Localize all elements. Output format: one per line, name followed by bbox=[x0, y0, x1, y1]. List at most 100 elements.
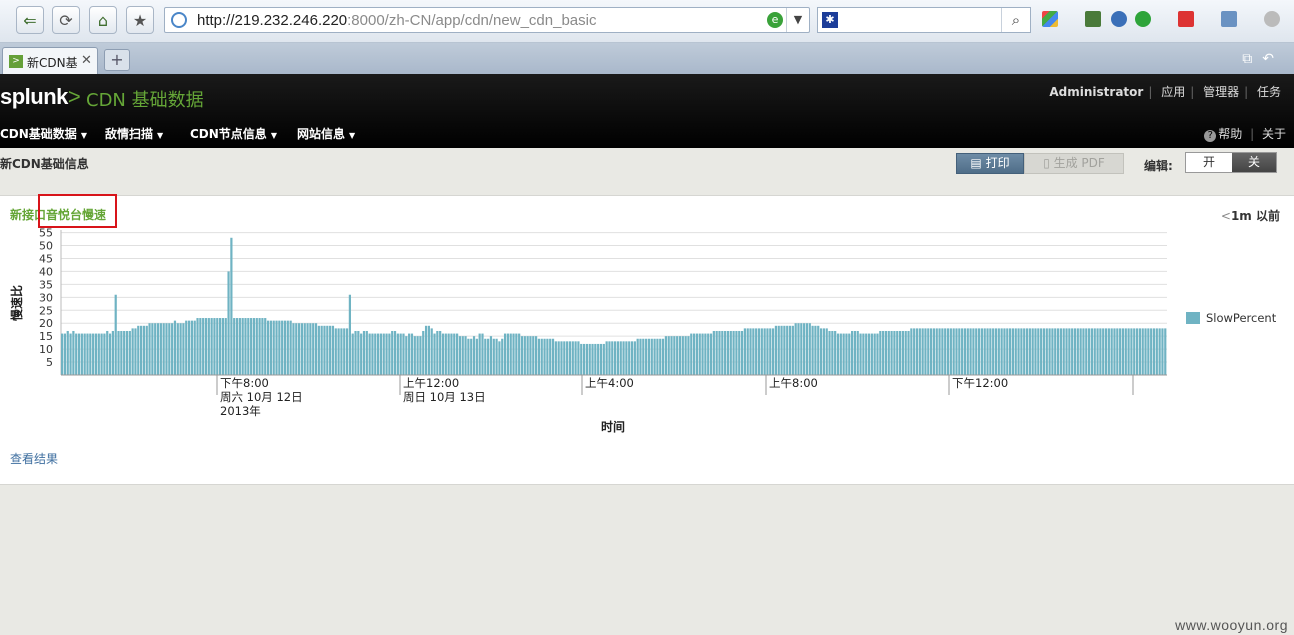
bar bbox=[1130, 328, 1133, 375]
browser-tab[interactable]: > 新CDN基 ✕ bbox=[2, 47, 98, 74]
bar bbox=[424, 325, 428, 375]
bar bbox=[994, 328, 998, 375]
bar bbox=[61, 333, 64, 375]
bar bbox=[503, 333, 507, 375]
bar bbox=[241, 318, 244, 375]
film-icon[interactable] bbox=[1085, 11, 1101, 27]
screenshot-icon[interactable] bbox=[1221, 11, 1237, 27]
bar bbox=[574, 341, 577, 375]
bar bbox=[983, 328, 986, 375]
bar bbox=[811, 325, 814, 375]
logo-text: splunk bbox=[0, 84, 68, 109]
bar bbox=[83, 333, 86, 375]
compat-refresh-icon[interactable]: e bbox=[767, 12, 783, 28]
bar bbox=[199, 318, 202, 375]
bar bbox=[930, 328, 933, 375]
bar bbox=[444, 333, 447, 375]
bar bbox=[546, 338, 549, 375]
bar bbox=[111, 330, 114, 375]
home-button[interactable]: ⌂ bbox=[89, 6, 117, 34]
manager-link[interactable]: 管理器 bbox=[1198, 85, 1244, 99]
key-icon[interactable] bbox=[1111, 11, 1127, 27]
shield-icon[interactable] bbox=[1135, 11, 1151, 27]
bookmark-button[interactable]: ★ bbox=[126, 6, 154, 34]
bar bbox=[1113, 328, 1116, 375]
bar bbox=[563, 341, 566, 375]
search-icon[interactable]: ⌕ bbox=[1001, 8, 1030, 32]
apps-icon[interactable] bbox=[1042, 11, 1058, 27]
bar bbox=[695, 333, 699, 375]
bar bbox=[357, 330, 360, 375]
bar bbox=[927, 328, 930, 375]
bar bbox=[676, 336, 679, 375]
bar bbox=[704, 333, 707, 375]
bar bbox=[715, 330, 718, 375]
bar bbox=[1071, 328, 1074, 375]
chevron-down-icon[interactable]: ▼ bbox=[786, 8, 809, 32]
bar bbox=[698, 333, 701, 375]
bar bbox=[817, 325, 820, 375]
bar bbox=[721, 330, 724, 375]
bar bbox=[602, 343, 605, 375]
bar bbox=[588, 343, 591, 375]
bar bbox=[645, 338, 648, 375]
bar bbox=[487, 338, 490, 375]
bar bbox=[193, 320, 196, 376]
bar bbox=[890, 330, 893, 375]
bar bbox=[173, 320, 177, 376]
print-button[interactable]: ▤ 打印 bbox=[956, 153, 1024, 174]
bar bbox=[213, 318, 216, 375]
bar bbox=[766, 328, 769, 375]
close-icon[interactable]: ✕ bbox=[81, 53, 92, 68]
tab-strip: > 新CDN基 ✕ + ⧉↶ bbox=[0, 43, 1294, 74]
bar bbox=[190, 320, 193, 376]
translate-icon[interactable] bbox=[1178, 11, 1194, 27]
address-bar[interactable]: http://219.232.246.220:8000/zh-CN/app/cd… bbox=[164, 7, 810, 33]
bar bbox=[255, 318, 258, 375]
bar bbox=[1009, 328, 1012, 375]
edit-toggle[interactable]: 开 关 bbox=[1185, 152, 1277, 173]
nav-site-info[interactable]: 网站信息 ▼ bbox=[297, 125, 355, 142]
new-window-icon[interactable]: ⧉ bbox=[1242, 51, 1262, 67]
bar bbox=[932, 328, 936, 375]
bar bbox=[498, 341, 501, 375]
bar bbox=[882, 330, 885, 375]
reload-button[interactable]: ⟳ bbox=[52, 6, 80, 34]
back-button[interactable]: ⇐ bbox=[16, 6, 44, 34]
apps-menu[interactable]: 应用 bbox=[1156, 85, 1190, 99]
bar bbox=[839, 333, 842, 375]
y-tick-label: 40 bbox=[39, 265, 53, 278]
splunk-logo[interactable]: splunk> bbox=[0, 84, 81, 110]
gamepad-icon[interactable] bbox=[1264, 11, 1280, 27]
new-tab-button[interactable]: + bbox=[104, 49, 130, 71]
about-link[interactable]: 关于 bbox=[1262, 127, 1286, 141]
y-tick-label: 35 bbox=[39, 278, 53, 291]
jobs-link[interactable]: 任务 bbox=[1252, 85, 1286, 99]
help-link[interactable]: ? 帮助 bbox=[1204, 127, 1242, 142]
bar bbox=[475, 338, 478, 375]
bar bbox=[1133, 328, 1136, 375]
bar bbox=[292, 323, 295, 375]
page-title: 新CDN基础信息 bbox=[0, 157, 89, 171]
nav-cdn-basic[interactable]: CDN基础数据 ▼ bbox=[0, 125, 87, 142]
bar bbox=[834, 330, 837, 375]
bar bbox=[639, 338, 642, 375]
bar bbox=[980, 328, 983, 375]
bar bbox=[1031, 328, 1034, 375]
edit-on-option[interactable]: 开 bbox=[1186, 153, 1232, 172]
bar bbox=[320, 325, 323, 375]
bar bbox=[317, 325, 320, 375]
bar bbox=[1073, 328, 1077, 375]
pdf-button[interactable]: ▯ 生成 PDF bbox=[1024, 153, 1124, 174]
bar bbox=[1040, 328, 1043, 375]
bar bbox=[131, 328, 134, 375]
view-results-link[interactable]: 查看结果 bbox=[10, 450, 58, 467]
bar bbox=[614, 341, 617, 375]
bar bbox=[202, 318, 205, 375]
nav-threat-scan[interactable]: 敌情扫描 ▼ bbox=[105, 125, 163, 142]
bar bbox=[633, 341, 636, 375]
undo-close-icon[interactable]: ↶ bbox=[1262, 51, 1284, 67]
nav-cdn-node[interactable]: CDN节点信息 ▼ bbox=[190, 125, 277, 142]
edit-off-option[interactable]: 关 bbox=[1232, 153, 1276, 172]
search-box[interactable]: ✱ ⌕ bbox=[817, 7, 1031, 33]
